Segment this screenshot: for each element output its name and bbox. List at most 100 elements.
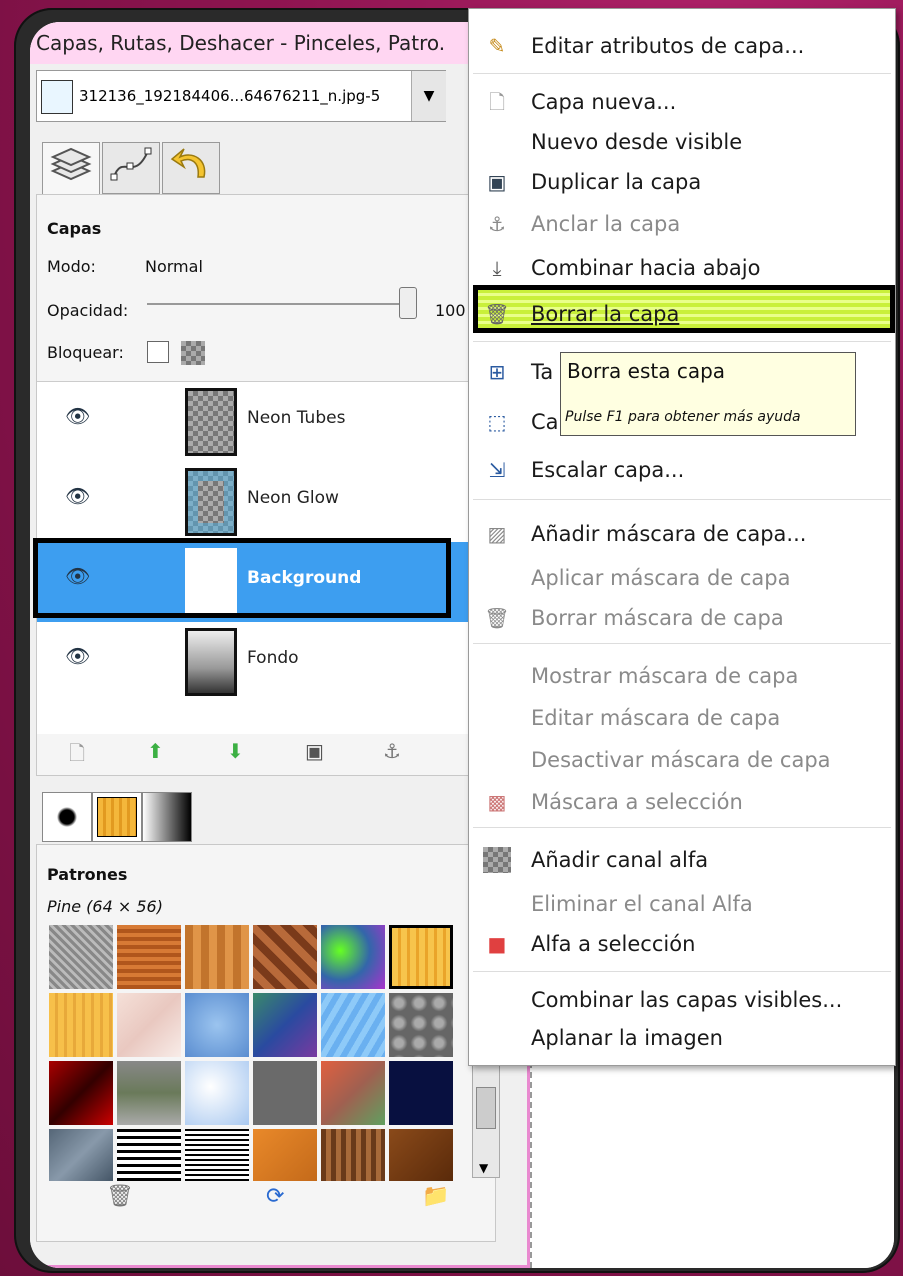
lower-layer-button-icon[interactable]: ⬇	[227, 739, 244, 763]
layer-name: Neon Tubes	[247, 408, 346, 428]
layer-name: Neon Glow	[247, 488, 339, 508]
pattern-actions: 🗑 ⟳ 📁	[36, 1180, 494, 1220]
menu-item-new-layer[interactable]: 🗋 Capa nueva...	[469, 83, 895, 121]
layer-row[interactable]: 👁 Fondo	[37, 622, 495, 702]
scroll-down-icon[interactable]: ▼	[479, 1161, 488, 1175]
eye-icon[interactable]: 👁	[65, 484, 90, 508]
menu-item-new-from-visible[interactable]: Nuevo desde visible	[469, 123, 895, 161]
menu-separator	[473, 827, 891, 828]
paths-tab-icon[interactable]	[102, 142, 160, 194]
mode-select[interactable]: Normal	[145, 257, 203, 276]
pattern-swatch[interactable]	[321, 925, 385, 989]
layer-row[interactable]: 👁 Neon Glow	[37, 462, 495, 542]
pattern-swatch-selected[interactable]	[389, 925, 453, 989]
menu-item-flatten[interactable]: Aplanar la imagen	[469, 1019, 895, 1057]
edit-icon: ✎	[488, 34, 506, 58]
scale-icon: ⇲	[488, 458, 506, 482]
pattern-swatch[interactable]	[117, 1129, 181, 1181]
anchor-icon: ⚓	[488, 212, 506, 236]
add-mask-icon: ▨	[487, 522, 507, 546]
layers-panel: Capas Modo: Normal Opacidad: 100 Bloquea…	[33, 194, 496, 776]
patterns-tab-icon[interactable]	[92, 792, 142, 842]
menu-item-duplicate[interactable]: ▣ Duplicar la capa	[469, 163, 895, 201]
pattern-swatch[interactable]	[321, 1061, 385, 1125]
lock-pixels-checkbox[interactable]	[147, 341, 169, 363]
alpha-to-selection-icon: ■	[487, 932, 507, 956]
new-layer-button-icon[interactable]: 🗋	[69, 739, 85, 773]
trash-icon: 🗑	[484, 302, 510, 326]
pattern-swatch[interactable]	[389, 993, 453, 1057]
layer-row-selected[interactable]: 👁 Background	[33, 538, 495, 622]
open-folder-icon[interactable]: 📁	[422, 1184, 449, 1209]
menu-item-add-mask[interactable]: ▨ Añadir máscara de capa...	[469, 515, 895, 553]
raise-layer-button-icon[interactable]: ⬆	[147, 739, 164, 763]
menu-item-disable-mask: Desactivar máscara de capa	[531, 748, 831, 772]
layers-tab-icon[interactable]	[42, 142, 100, 194]
chevron-down-icon[interactable]: ▼	[411, 71, 446, 121]
menu-item-merge-down[interactable]: ⤓ Combinar hacia abajo	[469, 249, 895, 287]
eye-icon[interactable]: 👁	[65, 644, 90, 668]
layer-list: 👁 Neon Tubes 👁 Neon Glow 👁 Background �	[33, 381, 495, 734]
menu-item-merge-visible[interactable]: Combinar las capas visibles...	[469, 981, 895, 1019]
menu-item-add-alpha[interactable]: Añadir canal alfa	[469, 841, 895, 879]
pattern-swatch[interactable]	[49, 993, 113, 1057]
anchor-layer-button-icon[interactable]: ⚓	[383, 739, 401, 763]
pattern-swatch[interactable]	[321, 1129, 385, 1181]
pattern-swatch[interactable]	[49, 925, 113, 989]
pattern-swatch[interactable]	[321, 993, 385, 1057]
pattern-swatch[interactable]	[117, 1061, 181, 1125]
menu-item-scale-layer[interactable]: ⇲ Escalar capa...	[469, 451, 895, 489]
layer-name: Fondo	[247, 648, 299, 668]
opacity-label: Opacidad:	[47, 301, 129, 320]
menu-separator	[473, 643, 891, 644]
gradients-tab-icon[interactable]	[142, 792, 192, 842]
pattern-swatch[interactable]	[185, 1061, 249, 1125]
refresh-patterns-icon[interactable]: ⟳	[266, 1184, 284, 1209]
eye-icon[interactable]: 👁	[65, 404, 90, 428]
opacity-slider-track[interactable]	[147, 303, 407, 305]
pattern-swatch[interactable]	[49, 1129, 113, 1181]
pattern-grid	[49, 925, 459, 1181]
pattern-swatch[interactable]	[185, 925, 249, 989]
layer-size-icon: ⊞	[488, 360, 506, 384]
menu-item-alpha-to-selection[interactable]: ■ Alfa a selección	[469, 925, 895, 963]
scrollbar-thumb[interactable]	[476, 1087, 496, 1129]
lock-alpha-icon[interactable]	[181, 341, 205, 365]
pattern-swatch[interactable]	[49, 1061, 113, 1125]
menu-item-delete-layer[interactable]: 🗑 Borrar la capa	[469, 295, 895, 333]
pattern-swatch[interactable]	[253, 1061, 317, 1125]
menu-item-delete-mask: 🗑 Borrar máscara de capa	[484, 606, 784, 630]
image-selector-label: 312136_192184406...64676211_n.jpg-5	[79, 87, 381, 105]
new-layer-icon: 🗋	[488, 90, 506, 114]
menu-item-edit-mask: Editar máscara de capa	[531, 706, 781, 730]
pattern-swatch[interactable]	[389, 1061, 453, 1125]
pattern-swatch[interactable]	[253, 925, 317, 989]
pattern-swatch[interactable]	[253, 1129, 317, 1181]
pattern-swatch[interactable]	[389, 1129, 453, 1181]
dock-title: Capas, Rutas, Deshacer - Pinceles, Patro…	[30, 22, 506, 64]
delete-pattern-trash-icon[interactable]: 🗑	[106, 1184, 134, 1209]
layers-dock: Capas, Rutas, Deshacer - Pinceles, Patro…	[30, 22, 530, 1268]
pattern-swatch[interactable]	[185, 993, 249, 1057]
duplicate-layer-button-icon[interactable]: ▣	[305, 739, 324, 763]
lock-label: Bloquear:	[47, 343, 124, 362]
selected-pattern-label: Pine (64 × 56)	[47, 897, 163, 916]
menu-item-edit-attributes[interactable]: ✎ Editar atributos de capa...	[469, 27, 895, 65]
opacity-value: 100	[435, 301, 466, 320]
image-canvas[interactable]	[530, 1062, 894, 1268]
layer-row[interactable]: 👁 Neon Tubes	[37, 382, 495, 462]
layer-actions: 🗋 ⬆ ⬇ ▣ ⚓	[37, 735, 495, 771]
image-thumbnail-icon	[41, 80, 73, 114]
pattern-swatch[interactable]	[253, 993, 317, 1057]
pattern-swatch[interactable]	[117, 925, 181, 989]
selection-annotation-frame	[33, 538, 451, 618]
opacity-slider-handle[interactable]	[399, 287, 417, 319]
image-selector[interactable]: 312136_192184406...64676211_n.jpg-5 ▼	[36, 70, 446, 122]
pattern-swatch[interactable]	[117, 993, 181, 1057]
mask-to-selection-icon: ▩	[487, 790, 507, 814]
menu-item-anchor: ⚓ Anclar la capa	[469, 205, 895, 243]
brushes-tab-icon[interactable]	[42, 792, 92, 842]
menu-item-mask-to-selection: ▩ Máscara a selección	[469, 783, 895, 821]
pattern-swatch[interactable]	[185, 1129, 249, 1181]
undo-tab-icon[interactable]	[162, 142, 220, 194]
